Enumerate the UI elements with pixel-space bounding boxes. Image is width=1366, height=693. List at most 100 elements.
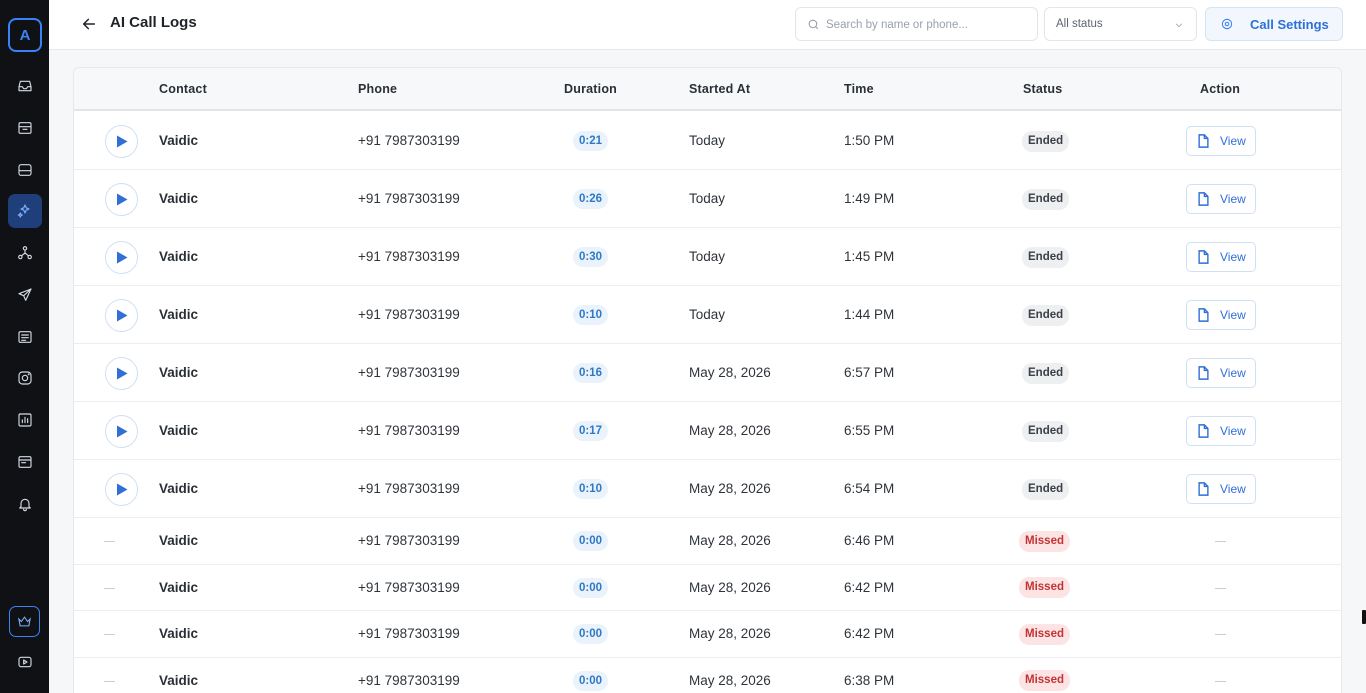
no-recording-dash [104, 634, 115, 636]
column-header-duration: Duration [564, 82, 617, 96]
status-filter-select[interactable]: All status [1044, 7, 1197, 41]
no-action-dash [1215, 680, 1226, 682]
cell-started-at: Today [689, 191, 726, 206]
cell-phone: +91 7987303199 [358, 626, 460, 642]
cell-phone: +91 7987303199 [358, 579, 460, 595]
play-icon [116, 425, 127, 437]
video-icon[interactable] [8, 645, 42, 679]
duration-badge: 0:10 [573, 479, 609, 499]
duration-badge: 0:21 [573, 131, 609, 151]
view-button[interactable]: View [1186, 184, 1256, 214]
table-row: Vaidic +91 7987303199 0:00 May 28, 2026 6:38… [74, 658, 1341, 693]
cell-started-at: May 28, 2026 [689, 672, 771, 688]
status-badge: Ended [1022, 304, 1070, 326]
cell-started-at: May 28, 2026 [689, 533, 771, 549]
table-row: Vaidic +91 7987303199 0:00 May 28, 2026 6:42… [74, 565, 1341, 611]
play-icon [116, 135, 127, 147]
view-button[interactable]: View [1186, 242, 1256, 272]
instagram-icon[interactable] [8, 361, 42, 395]
cell-time: 1:45 PM [844, 249, 895, 264]
play-recording-button[interactable] [105, 472, 138, 506]
cell-started-at: May 28, 2026 [689, 481, 771, 496]
play-recording-button[interactable] [105, 240, 138, 274]
column-header-action: Action [1200, 82, 1241, 96]
table-row: Vaidic +91 7987303199 0:17 May 28, 2026 6:55… [74, 402, 1341, 460]
status-badge: Ended [1022, 478, 1070, 500]
cell-phone: +91 7987303199 [358, 672, 460, 688]
cell-phone: +91 7987303199 [358, 249, 460, 264]
play-recording-button[interactable] [105, 414, 138, 448]
archive-icon[interactable] [8, 111, 42, 145]
cell-contact: Vaidic [159, 191, 199, 206]
column-header-phone: Phone [358, 82, 398, 96]
search-box[interactable] [795, 7, 1038, 41]
chart-icon[interactable] [8, 403, 42, 437]
bell-icon[interactable] [8, 487, 42, 521]
cell-started-at: May 28, 2026 [689, 423, 771, 438]
status-badge: Ended [1022, 420, 1070, 442]
play-icon [116, 309, 127, 321]
table-header: Contact Phone Duration Started At Time S… [74, 68, 1341, 111]
window-icon[interactable] [8, 445, 42, 479]
column-header-status: Status [1023, 82, 1063, 96]
view-button[interactable]: View [1186, 358, 1256, 388]
send-icon[interactable] [8, 278, 42, 312]
cell-time: 6:38 PM [844, 672, 895, 688]
view-label: View [1220, 366, 1246, 380]
status-badge: Ended [1022, 130, 1070, 152]
table-row: Vaidic +91 7987303199 0:21 Today 1:50 PM Ende… [74, 112, 1341, 170]
sidebar: A [0, 0, 49, 693]
table-row: Vaidic +91 7987303199 0:10 Today 1:44 PM Ende… [74, 286, 1341, 344]
file-icon [1198, 482, 1209, 496]
file-icon [1198, 250, 1209, 264]
inbox-icon[interactable] [8, 69, 42, 103]
table-row: Vaidic +91 7987303199 0:26 Today 1:49 PM Ende… [74, 170, 1341, 228]
cell-started-at: Today [689, 249, 726, 264]
call-logs-table: Contact Phone Duration Started At Time S… [73, 67, 1342, 693]
cell-contact: Vaidic [159, 423, 199, 438]
search-input[interactable] [826, 15, 1026, 35]
cell-phone: +91 7987303199 [358, 365, 460, 380]
play-recording-button[interactable] [105, 182, 138, 216]
no-recording-dash [104, 587, 115, 589]
view-button[interactable]: View [1186, 474, 1256, 504]
app-logo[interactable]: A [8, 18, 42, 52]
play-recording-button[interactable] [105, 356, 138, 390]
list-icon[interactable] [8, 320, 42, 354]
cell-phone: +91 7987303199 [358, 481, 460, 496]
cell-contact: Vaidic [159, 533, 199, 549]
back-button[interactable] [79, 14, 99, 34]
call-settings-button[interactable]: Call Settings [1205, 7, 1343, 41]
duration-badge: 0:00 [573, 577, 609, 598]
view-button[interactable]: View [1186, 126, 1256, 156]
status-badge: Missed [1019, 577, 1070, 599]
view-button[interactable]: View [1186, 300, 1256, 330]
cell-time: 1:44 PM [844, 307, 895, 322]
search-icon [808, 19, 819, 30]
crown-icon[interactable] [9, 606, 40, 637]
cell-time: 6:54 PM [844, 481, 895, 496]
no-action-dash [1215, 541, 1226, 543]
arrow-left-icon [82, 18, 96, 30]
file-icon [1198, 134, 1209, 148]
play-recording-button[interactable] [105, 298, 138, 332]
cell-phone: +91 7987303199 [358, 307, 460, 322]
sparkles-icon[interactable] [8, 194, 42, 228]
cell-contact: Vaidic [159, 626, 199, 642]
view-label: View [1220, 250, 1246, 264]
database-icon[interactable] [8, 153, 42, 187]
cell-contact: Vaidic [159, 133, 199, 148]
duration-badge: 0:16 [573, 363, 609, 383]
cell-started-at: Today [689, 133, 726, 148]
network-icon[interactable] [8, 236, 42, 270]
no-action-dash [1215, 634, 1226, 636]
view-button[interactable]: View [1186, 416, 1256, 446]
cell-contact: Vaidic [159, 672, 199, 688]
cell-contact: Vaidic [159, 579, 199, 595]
play-recording-button[interactable] [105, 124, 138, 158]
view-label: View [1220, 424, 1246, 438]
status-badge: Ended [1022, 362, 1070, 384]
view-label: View [1220, 308, 1246, 322]
cell-started-at: May 28, 2026 [689, 626, 771, 642]
status-badge: Missed [1019, 670, 1070, 692]
